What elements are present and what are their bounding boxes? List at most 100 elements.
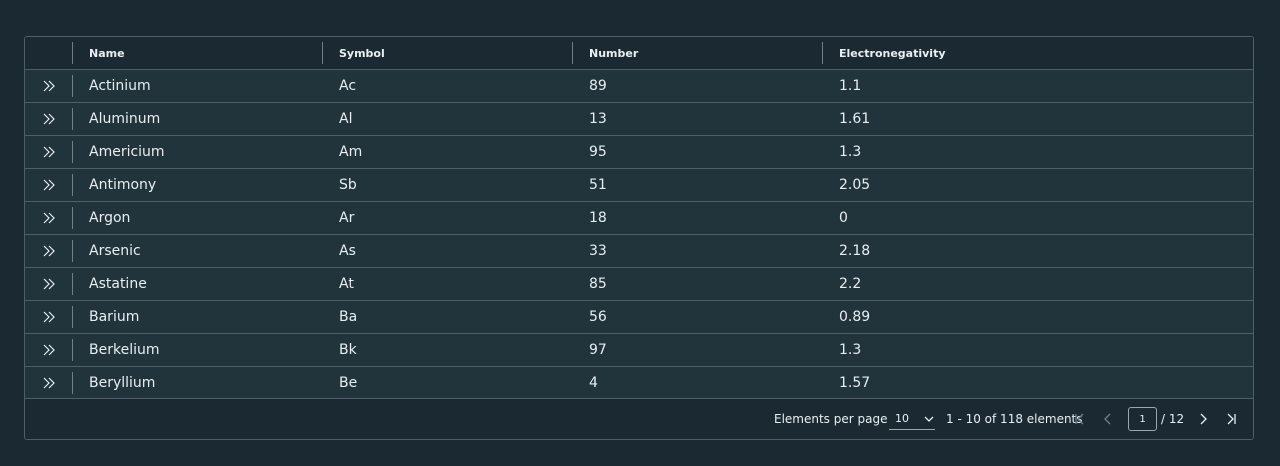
column-header-symbol[interactable]: Symbol <box>339 37 569 69</box>
first-page-icon <box>1075 413 1084 425</box>
expand-column-separator <box>72 273 73 295</box>
column-separator[interactable] <box>822 42 823 64</box>
double-chevron-right-icon <box>43 80 55 92</box>
previous-page-button[interactable] <box>1098 399 1118 439</box>
cell-symbol: At <box>339 276 354 292</box>
row-expand-cell <box>25 367 73 399</box>
cell-number: 18 <box>589 210 607 226</box>
cell-name: Astatine <box>89 276 147 292</box>
cell-electronegativity: 2.18 <box>839 243 871 259</box>
double-chevron-right-icon <box>43 179 55 191</box>
column-header-electronegativity[interactable]: Electronegativity <box>839 37 1139 69</box>
double-chevron-right-icon <box>43 113 55 125</box>
cell-electronegativity: 1.3 <box>839 144 862 160</box>
cell-number: 97 <box>589 342 607 358</box>
cell-name: Argon <box>89 210 131 226</box>
table-row[interactable]: Actinium Ac 89 1.1 <box>25 70 1253 103</box>
last-page-button[interactable] <box>1221 399 1241 439</box>
cell-symbol: Ba <box>339 309 358 325</box>
table-row[interactable]: Astatine At 85 2.2 <box>25 268 1253 301</box>
column-header-name[interactable]: Name <box>89 37 319 69</box>
row-expand-cell <box>25 202 73 234</box>
row-expand-cell <box>25 235 73 267</box>
table-body: Actinium Ac 89 1.1 Aluminum Al 13 1.61 Americium… <box>25 70 1253 400</box>
row-expand-button[interactable] <box>38 306 60 328</box>
cell-electronegativity: 1.1 <box>839 78 862 94</box>
cell-electronegativity: 1.57 <box>839 375 871 391</box>
current-page-input[interactable]: 1 <box>1128 407 1157 431</box>
row-expand-button[interactable] <box>38 273 60 295</box>
table-row[interactable]: Antimony Sb 51 2.05 <box>25 169 1253 202</box>
expand-column-separator <box>72 174 73 196</box>
row-expand-cell <box>25 268 73 300</box>
cell-electronegativity: 1.61 <box>839 111 871 127</box>
expand-column-separator <box>72 240 73 262</box>
cell-number: 51 <box>589 177 607 193</box>
expand-column-separator <box>72 207 73 229</box>
cell-symbol: Be <box>339 375 358 391</box>
cell-symbol: Al <box>339 111 353 127</box>
row-expand-cell <box>25 70 73 102</box>
row-expand-button[interactable] <box>38 108 60 130</box>
cell-number: 33 <box>589 243 607 259</box>
datagrid-footer: Elements per page 10 1 - 10 of 118 eleme… <box>25 398 1253 439</box>
expand-column-separator <box>72 339 73 361</box>
row-expand-cell <box>25 301 73 333</box>
next-page-button[interactable] <box>1193 399 1213 439</box>
table-row[interactable]: Americium Am 95 1.3 <box>25 136 1253 169</box>
row-expand-button[interactable] <box>38 339 60 361</box>
table-row[interactable]: Argon Ar 18 0 <box>25 202 1253 235</box>
double-chevron-right-icon <box>43 212 55 224</box>
cell-electronegativity: 0 <box>839 210 848 226</box>
cell-name: Actinium <box>89 78 151 94</box>
per-page-select[interactable]: 10 <box>889 408 935 430</box>
double-chevron-right-icon <box>43 377 55 389</box>
row-expand-button[interactable] <box>38 240 60 262</box>
row-expand-button[interactable] <box>38 207 60 229</box>
datagrid: Name Symbol Number Electronegativity Act… <box>24 36 1254 440</box>
chevron-left-icon <box>1104 413 1111 425</box>
cell-electronegativity: 1.3 <box>839 342 862 358</box>
double-chevron-right-icon <box>43 146 55 158</box>
cell-electronegativity: 0.89 <box>839 309 871 325</box>
column-separator[interactable] <box>572 42 573 64</box>
cell-number: 13 <box>589 111 607 127</box>
row-expand-button[interactable] <box>38 174 60 196</box>
cell-symbol: Bk <box>339 342 357 358</box>
first-page-button[interactable] <box>1070 399 1090 439</box>
cell-number: 85 <box>589 276 607 292</box>
cell-number: 56 <box>589 309 607 325</box>
table-row[interactable]: Beryllium Be 4 1.57 <box>25 367 1253 400</box>
cell-symbol: Am <box>339 144 363 160</box>
table-row[interactable]: Aluminum Al 13 1.61 <box>25 103 1253 136</box>
column-separator[interactable] <box>322 42 323 64</box>
cell-number: 89 <box>589 78 607 94</box>
table-row[interactable]: Arsenic As 33 2.18 <box>25 235 1253 268</box>
table-row[interactable]: Berkelium Bk 97 1.3 <box>25 334 1253 367</box>
column-header-number[interactable]: Number <box>589 37 819 69</box>
cell-name: Berkelium <box>89 342 160 358</box>
cell-name: Americium <box>89 144 165 160</box>
cell-electronegativity: 2.2 <box>839 276 862 292</box>
cell-number: 4 <box>589 375 598 391</box>
per-page-value: 10 <box>895 412 909 425</box>
row-expand-button[interactable] <box>38 141 60 163</box>
table-row[interactable]: Barium Ba 56 0.89 <box>25 301 1253 334</box>
cell-name: Aluminum <box>89 111 161 127</box>
expand-column-separator <box>72 108 73 130</box>
cell-name: Barium <box>89 309 140 325</box>
expand-column-separator <box>72 75 73 97</box>
column-separator[interactable] <box>72 42 73 64</box>
row-expand-cell <box>25 103 73 135</box>
pagination-range: 1 - 10 of 118 elements <box>946 412 1083 426</box>
row-expand-button[interactable] <box>38 75 60 97</box>
row-expand-cell <box>25 136 73 168</box>
double-chevron-right-icon <box>43 278 55 290</box>
last-page-icon <box>1227 413 1236 425</box>
row-expand-button[interactable] <box>38 372 60 394</box>
expand-column-separator <box>72 372 73 394</box>
cell-symbol: Sb <box>339 177 357 193</box>
per-page-label: Elements per page <box>774 412 888 426</box>
expand-column-header <box>25 37 73 69</box>
double-chevron-right-icon <box>43 311 55 323</box>
